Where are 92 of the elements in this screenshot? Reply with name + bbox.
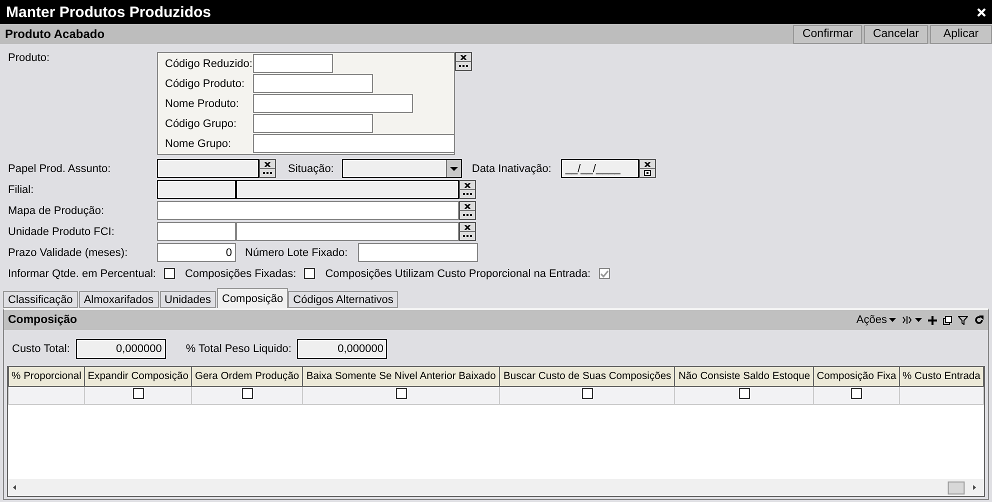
search-button[interactable] xyxy=(460,210,475,219)
clear-icon xyxy=(644,162,652,166)
refresh-icon[interactable] xyxy=(974,315,984,325)
window-title: Manter Produtos Produzidos xyxy=(6,4,212,20)
add-icon[interactable] xyxy=(928,316,937,324)
field-label: % Total Peso Liquido: xyxy=(186,343,292,355)
checkbox[interactable] xyxy=(132,388,144,399)
tab[interactable]: Almoxarifados xyxy=(78,291,159,308)
clear-icon xyxy=(464,204,471,208)
search-button[interactable] xyxy=(460,189,475,198)
field-label: Nome Produto: xyxy=(165,98,240,110)
clear-icon xyxy=(464,182,471,188)
field-label: Número Lote Fixado: xyxy=(245,246,348,258)
input-field[interactable] xyxy=(253,54,333,73)
field-label: Prazo Validade (meses): xyxy=(8,246,129,258)
search-button[interactable] xyxy=(456,61,471,70)
clear-icon xyxy=(464,224,471,230)
field-label: Situação: xyxy=(288,162,334,174)
field-label: Filial: xyxy=(8,184,35,196)
field-label: Nome Grupo: xyxy=(165,138,232,150)
checkbox[interactable] xyxy=(738,388,750,399)
input-field[interactable] xyxy=(157,159,259,178)
clear-icon xyxy=(460,54,467,60)
input-field[interactable] xyxy=(253,94,413,113)
clear-button[interactable] xyxy=(456,53,471,61)
clear-button[interactable] xyxy=(640,160,656,168)
tab[interactable]: Códigos Alternativos xyxy=(288,291,398,308)
close-icon[interactable] xyxy=(977,8,986,16)
columns-menu-icon[interactable] xyxy=(902,315,922,325)
number-field[interactable]: 0 xyxy=(157,243,236,262)
column-header[interactable]: Baixa Somente Se Nivel Anterior Baixado xyxy=(302,367,500,386)
calendar-button[interactable] xyxy=(640,168,656,177)
checkbox[interactable] xyxy=(582,388,593,399)
filter-icon[interactable] xyxy=(958,316,968,324)
input-field[interactable] xyxy=(236,222,459,241)
input-field[interactable] xyxy=(253,134,455,153)
action-button[interactable]: Aplicar xyxy=(930,24,992,44)
input-field[interactable] xyxy=(253,74,373,93)
checkbox-label: Informar Qtde. em Percentual: xyxy=(8,268,156,280)
clear-button[interactable] xyxy=(460,181,475,189)
field-label: Data Inativação: xyxy=(472,162,552,174)
input-field[interactable] xyxy=(236,180,459,199)
field-label: Código Reduzido: xyxy=(165,58,253,70)
search-button[interactable] xyxy=(460,231,475,240)
tab[interactable]: Classificação xyxy=(3,291,78,308)
tab[interactable]: Unidades xyxy=(160,291,216,308)
clear-icon xyxy=(264,162,271,166)
field-label: Papel Prod. Assunto: xyxy=(8,162,112,174)
column-header[interactable]: Não Consiste Saldo Estoque xyxy=(674,367,814,386)
panel-title: Composição xyxy=(8,314,78,326)
column-header[interactable]: Composição Fixa xyxy=(814,367,900,386)
field-label: Produto: xyxy=(8,52,51,64)
column-header[interactable]: Buscar Custo de Suas Composições xyxy=(500,367,675,386)
caret-icon xyxy=(889,318,896,322)
clear-button[interactable] xyxy=(460,223,475,231)
checkbox[interactable] xyxy=(304,268,316,279)
input-field[interactable] xyxy=(157,180,236,199)
clear-button[interactable] xyxy=(260,160,275,168)
input-field[interactable] xyxy=(157,201,459,220)
clear-button[interactable] xyxy=(460,202,475,210)
action-button[interactable]: Cancelar xyxy=(864,24,928,44)
caret-icon xyxy=(450,166,458,170)
column-header[interactable]: % Proporcional xyxy=(8,367,84,386)
total-field: 0,000000 xyxy=(76,339,166,359)
total-field: 0,000000 xyxy=(297,339,388,359)
field-label: Código Produto: xyxy=(165,78,246,90)
action-button[interactable]: Confirmar xyxy=(793,24,862,44)
actions-menu[interactable]: Ações xyxy=(856,314,896,326)
checkbox[interactable] xyxy=(396,388,407,399)
input-field[interactable] xyxy=(253,114,373,133)
checkbox[interactable] xyxy=(164,268,175,279)
calendar-icon xyxy=(644,170,652,176)
field-label: Unidade Produto FCI: xyxy=(8,226,116,238)
input-field[interactable] xyxy=(157,222,236,241)
tab[interactable]: Composição xyxy=(217,288,288,308)
search-button[interactable] xyxy=(260,168,275,177)
input-field[interactable] xyxy=(358,243,478,262)
field-label: Custo Total: xyxy=(12,343,70,355)
checkbox-label: Composições Fixadas: xyxy=(184,268,296,280)
checkbox-label: Composições Utilizam Custo Proporcional na Entrada: xyxy=(325,268,591,280)
date-field[interactable]: __/__/____ xyxy=(561,159,640,178)
field-label: Código Grupo: xyxy=(165,118,238,130)
horizontal-scrollbar[interactable] xyxy=(8,479,984,496)
field-label: Mapa de Produção: xyxy=(8,204,106,216)
dropdown[interactable] xyxy=(342,159,462,178)
window-icon[interactable] xyxy=(943,316,952,324)
column-header[interactable]: Expandir Composição xyxy=(84,367,192,386)
column-header[interactable]: Gera Ordem Produção xyxy=(192,367,302,386)
checkbox[interactable] xyxy=(851,388,862,399)
checkbox[interactable] xyxy=(242,388,253,399)
column-header[interactable]: % Custo Entrada xyxy=(899,367,984,386)
section-title: Produto Acabado xyxy=(5,27,105,41)
